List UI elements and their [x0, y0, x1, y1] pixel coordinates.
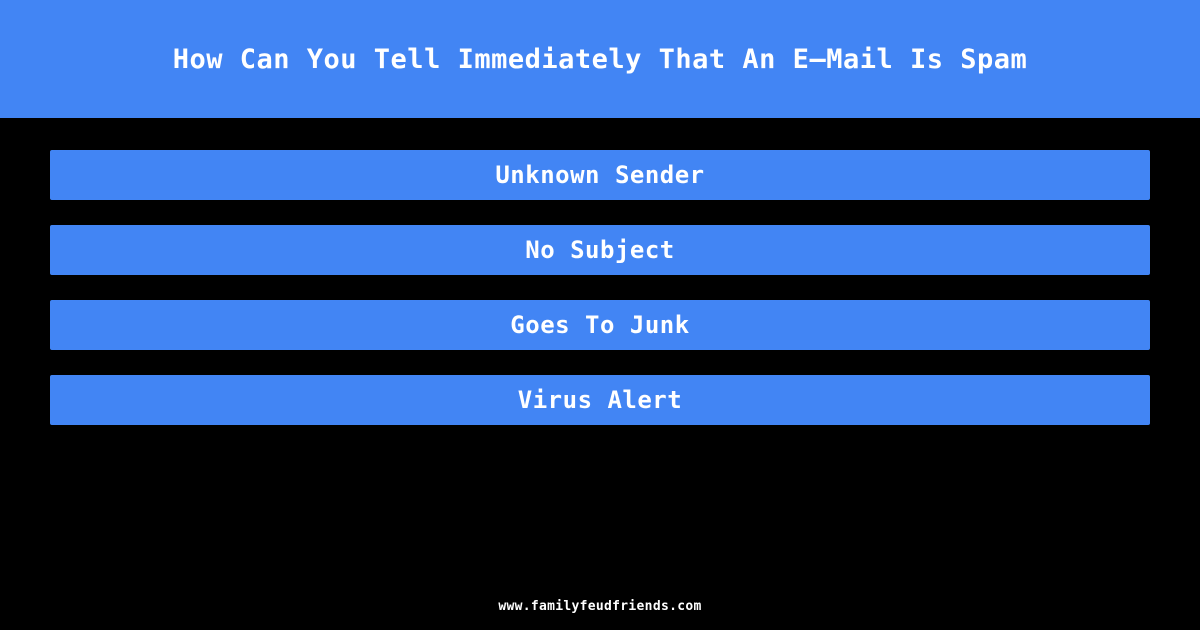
answer-label-1: Unknown Sender [495, 161, 705, 189]
answer-bar-2[interactable]: No Subject [50, 225, 1150, 275]
answer-label-4: Virus Alert [517, 386, 683, 414]
question-header: How Can You Tell Immediately That An E–M… [0, 0, 1200, 118]
answer-label-3: Goes To Junk [510, 311, 690, 339]
site-url: www.familyfeudfriends.com [498, 599, 702, 614]
answer-bar-4[interactable]: Virus Alert [50, 375, 1150, 425]
page-title: How Can You Tell Immediately That An E–M… [172, 43, 1028, 75]
answer-bar-1[interactable]: Unknown Sender [50, 150, 1150, 200]
answer-bar-3[interactable]: Goes To Junk [50, 300, 1150, 350]
footer: www.familyfeudfriends.com [0, 595, 1200, 614]
answer-label-2: No Subject [525, 236, 675, 264]
answer-board: Unknown Sender No Subject Goes To Junk V… [50, 150, 1150, 425]
